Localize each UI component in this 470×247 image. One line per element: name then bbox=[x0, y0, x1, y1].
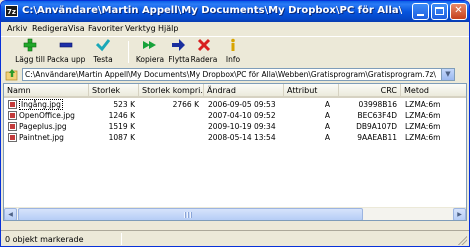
file-attributes: A bbox=[324, 111, 330, 120]
file-modified: 2006-09-05 09:53 bbox=[208, 100, 276, 109]
file-packed-size bbox=[139, 121, 199, 132]
7zip-app-icon[interactable]: 7z bbox=[5, 5, 18, 17]
column-crc[interactable]: CRC bbox=[339, 84, 401, 98]
grip-icon bbox=[184, 212, 193, 218]
file-name: Paintnet.jpg bbox=[19, 133, 64, 142]
column-packed-size[interactable]: Storlek kompri... bbox=[139, 84, 204, 98]
extract-button[interactable]: Packa upp bbox=[47, 38, 85, 66]
file-list[interactable]: Namn Storlek Storlek kompri... Ändrad At… bbox=[3, 83, 467, 221]
x-icon bbox=[197, 38, 211, 52]
menu-bar: Arkiv Redigera Visa Favoriter Verktyg Hj… bbox=[1, 22, 469, 36]
minimize-icon bbox=[417, 14, 424, 16]
file-size: 1246 K bbox=[108, 111, 135, 120]
maximize-button[interactable] bbox=[431, 3, 448, 20]
table-row[interactable]: Paintnet.jpg 1087 K 2008-05-14 13:54 A 9… bbox=[4, 132, 466, 143]
address-input[interactable]: C:\Användare\Martin Appell\My Documents\… bbox=[22, 68, 442, 81]
arrow-right-icon bbox=[172, 39, 185, 51]
file-attributes: A bbox=[324, 100, 330, 109]
menu-visa[interactable]: Visa bbox=[68, 23, 85, 35]
title-bar[interactable]: 7z C:\Användare\Martin Appell\My Documen… bbox=[1, 1, 469, 22]
menu-verktyg[interactable]: Verktyg bbox=[125, 23, 156, 35]
file-crc: 9AAEAB11 bbox=[357, 133, 397, 142]
address-bar: C:\Användare\Martin Appell\My Documents\… bbox=[1, 67, 469, 82]
file-method: LZMA:6m bbox=[405, 133, 441, 142]
file-method: LZMA:6m bbox=[405, 100, 441, 109]
close-button[interactable]: ✕ bbox=[450, 3, 467, 20]
folder-up-icon[interactable] bbox=[5, 68, 19, 81]
test-button-label: Testa bbox=[93, 55, 113, 64]
jpg-file-icon bbox=[8, 122, 17, 131]
window-title: C:\Användare\Martin Appell\My Documents\… bbox=[22, 5, 402, 16]
minus-icon bbox=[59, 42, 73, 48]
jpg-file-icon bbox=[8, 133, 17, 142]
file-packed-size bbox=[139, 110, 199, 121]
scrollbar-thumb[interactable] bbox=[18, 208, 363, 220]
file-attributes: A bbox=[324, 122, 330, 131]
file-crc: BEC63F4D bbox=[357, 111, 397, 120]
status-bar: 0 objekt markerade bbox=[1, 230, 469, 246]
file-method: LZMA:6m bbox=[405, 111, 441, 120]
menu-redigera[interactable]: Redigera bbox=[32, 23, 68, 35]
file-packed-size bbox=[139, 132, 199, 143]
resize-grip-icon[interactable] bbox=[457, 235, 467, 245]
table-row[interactable]: OpenOffice.jpg 1246 K 2007-04-10 09:52 A… bbox=[4, 110, 466, 121]
scroll-left-button[interactable]: ◀ bbox=[4, 208, 17, 220]
file-crc: 03998B16 bbox=[358, 100, 397, 109]
table-row[interactable]: Ingång.jpg 523 K 2766 K 2006-09-05 09:53… bbox=[4, 99, 466, 110]
file-modified: 2008-05-14 13:54 bbox=[208, 133, 276, 142]
close-icon: ✕ bbox=[454, 5, 463, 16]
column-name[interactable]: Namn bbox=[4, 84, 89, 98]
file-name: OpenOffice.jpg bbox=[19, 111, 75, 120]
file-name: Ingång.jpg bbox=[19, 99, 63, 110]
file-method: LZMA:6m bbox=[405, 122, 441, 131]
column-method[interactable]: Metod bbox=[401, 84, 466, 98]
file-modified: 2007-04-10 09:52 bbox=[208, 111, 276, 120]
address-dropdown-button[interactable]: ▼ bbox=[441, 68, 455, 81]
toolbar: Lägg till Packa upp Testa Kopiera Flytta… bbox=[1, 36, 469, 66]
maximize-icon bbox=[435, 7, 444, 15]
extract-button-label: Packa upp bbox=[47, 55, 86, 64]
jpg-file-icon bbox=[8, 100, 17, 109]
table-row[interactable]: Pageplus.jpg 1519 K 2009-10-19 09:34 A D… bbox=[4, 121, 466, 132]
add-button-label: Lägg till bbox=[15, 55, 45, 64]
column-modified[interactable]: Ändrad bbox=[204, 84, 284, 98]
minimize-button[interactable] bbox=[412, 3, 429, 20]
file-modified: 2009-10-19 09:34 bbox=[208, 122, 276, 131]
file-crc: DB9A107D bbox=[356, 122, 397, 131]
add-button[interactable]: Lägg till bbox=[11, 38, 49, 66]
file-name: Pageplus.jpg bbox=[19, 122, 67, 131]
column-size[interactable]: Storlek bbox=[89, 84, 139, 98]
archive-window: 7z C:\Användare\Martin Appell\My Documen… bbox=[0, 0, 470, 247]
info-button[interactable]: Info bbox=[214, 38, 252, 66]
scroll-right-button[interactable]: ▶ bbox=[453, 208, 466, 220]
menu-arkiv[interactable]: Arkiv bbox=[7, 23, 27, 35]
column-attributes[interactable]: Attribut bbox=[284, 84, 339, 98]
info-icon bbox=[231, 38, 235, 51]
status-separator bbox=[121, 233, 122, 245]
horizontal-scrollbar[interactable]: ◀ ▶ bbox=[4, 207, 466, 220]
checkmark-icon bbox=[96, 39, 110, 52]
double-arrow-icon bbox=[143, 41, 156, 49]
file-size: 1519 K bbox=[108, 122, 135, 131]
toolbar-separator bbox=[128, 41, 129, 63]
file-attributes: A bbox=[324, 133, 330, 142]
info-button-label: Info bbox=[225, 55, 241, 64]
menu-hjalp[interactable]: Hjälp bbox=[158, 23, 178, 35]
status-text: 0 objekt markerade bbox=[5, 235, 84, 244]
file-packed-size: 2766 K bbox=[172, 100, 199, 109]
menu-favoriter[interactable]: Favoriter bbox=[88, 23, 123, 35]
jpg-file-icon bbox=[8, 111, 17, 120]
plus-icon bbox=[23, 38, 37, 52]
test-button[interactable]: Testa bbox=[84, 38, 122, 66]
file-size: 523 K bbox=[113, 100, 135, 109]
list-header: Namn Storlek Storlek kompri... Ändrad At… bbox=[4, 84, 466, 98]
file-size: 1087 K bbox=[108, 133, 135, 142]
